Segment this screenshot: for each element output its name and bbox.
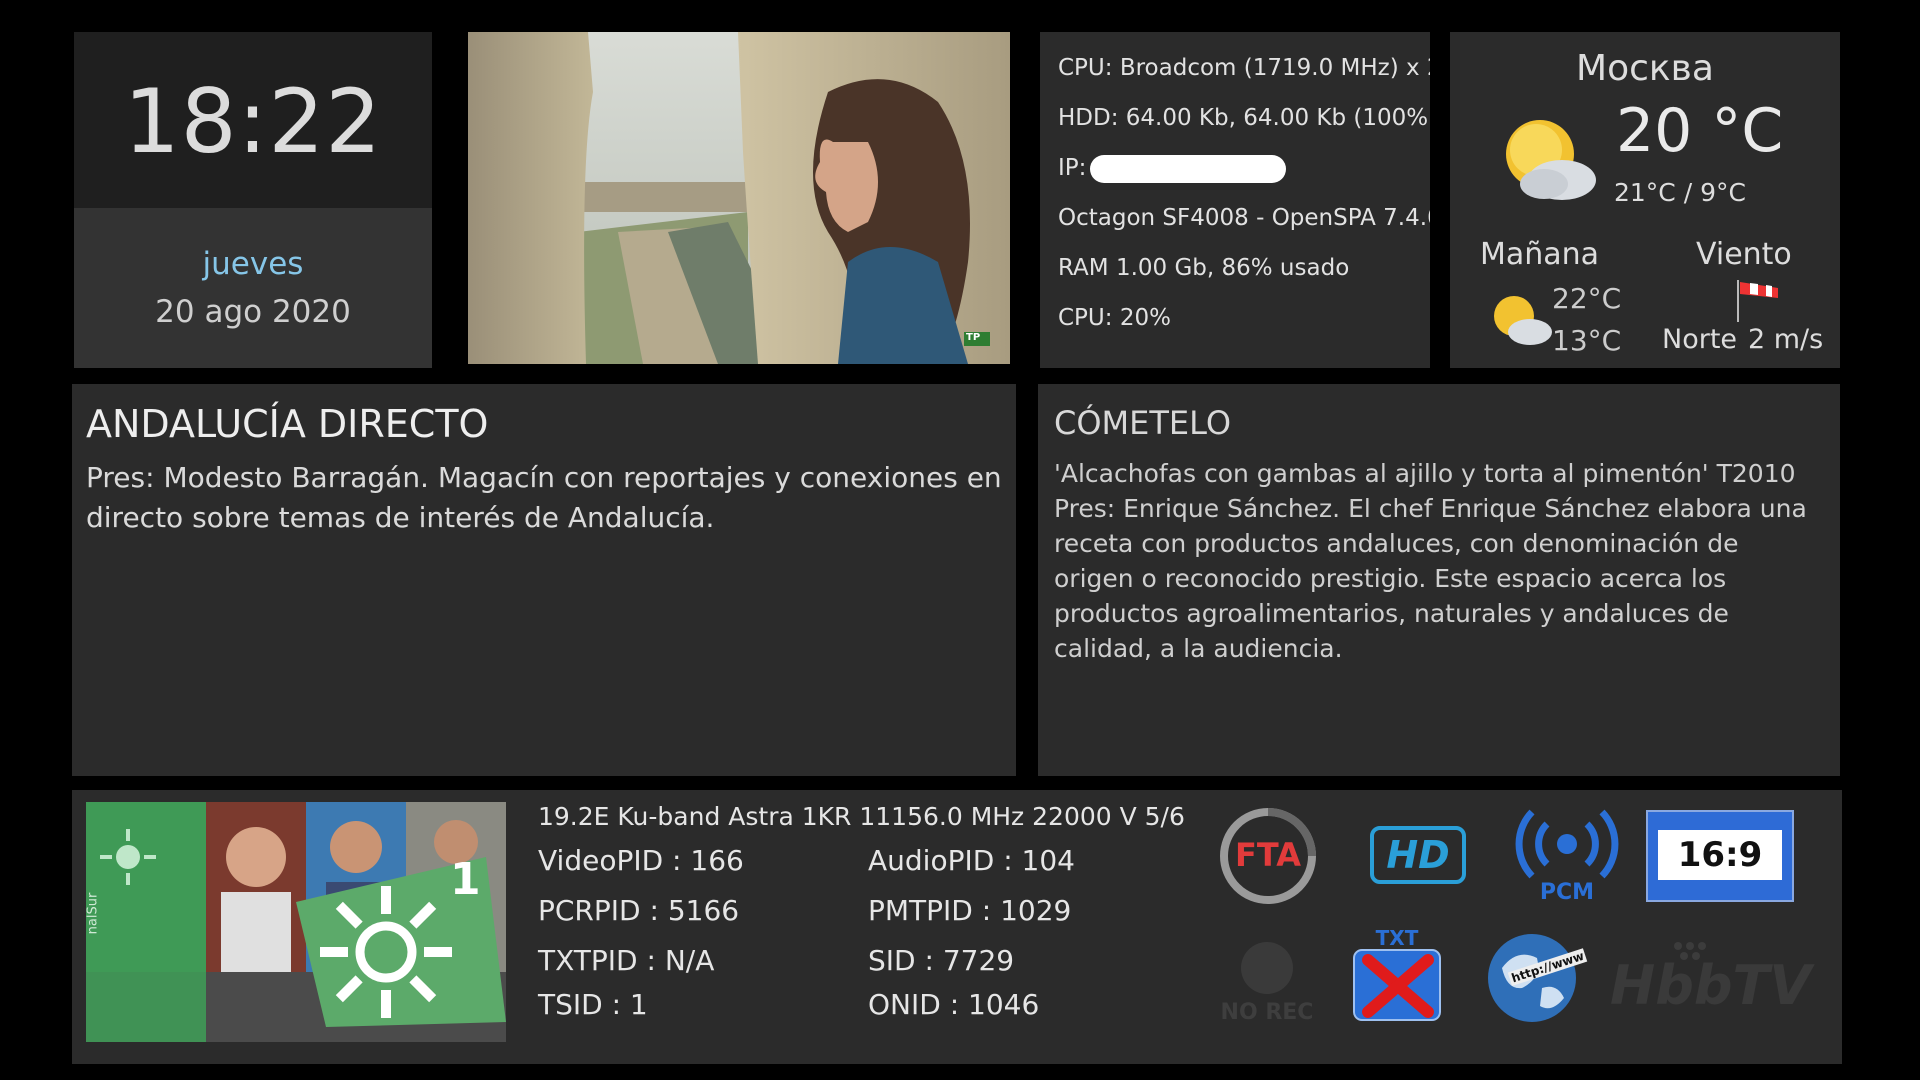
cpu-model: CPU: Broadcom (1719.0 MHz) x 2 • [1058, 55, 1430, 81]
channel-watermark: TP [966, 332, 981, 343]
sid: SID : 7729 [868, 944, 1015, 977]
onid: ONID : 1046 [868, 988, 1040, 1021]
wind-label: Viento [1696, 237, 1792, 272]
weather-panel: Москва 20 °C 21°C / 9°C Mañana Viento 22… [1450, 32, 1840, 368]
channel-info-bar: 1 nalSur 19.2E Ku-band Astra 1KR 11156.0… [72, 790, 1842, 1064]
hdd-usage: HDD: 64.00 Kb, 64.00 Kb (100%) [1058, 105, 1430, 131]
epg-current-program: ANDALUCÍA DIRECTO Pres: Modesto Barragán… [72, 384, 1016, 776]
ip-address: IP: [1058, 152, 1430, 202]
broadcast-icon [1515, 809, 1619, 879]
date-label: 20 ago 2020 [155, 294, 351, 330]
hbbtv-badge: HbbTV [1600, 940, 1811, 1020]
channel-logo-image [86, 802, 506, 1042]
video-frame-image [468, 32, 1010, 364]
record-dot-icon [1241, 942, 1293, 994]
hd-badge: HD [1370, 826, 1466, 884]
wind-speed: 2 m/s [1748, 324, 1824, 355]
no-rec-badge: NO REC [1212, 938, 1322, 1028]
ram-usage: RAM 1.00 Gb, 86% usado [1058, 255, 1350, 281]
next-program-title: CÓMETELO [1054, 404, 1231, 442]
teletext-disabled-icon [1353, 949, 1441, 1021]
pcm-label: PCM [1539, 880, 1595, 905]
wind-direction: Norte [1662, 324, 1738, 355]
epg-next-program: CÓMETELO 'Alcachofas con gambas al ajill… [1038, 384, 1840, 776]
teletext-badge: TXT [1348, 926, 1446, 1022]
tomorrow-partly-cloudy-icon [1494, 296, 1552, 345]
hd-label: HD [1386, 833, 1450, 877]
txt-label: TXT [1375, 926, 1419, 950]
weekday-label: jueves [202, 246, 304, 282]
no-rec-label: NO REC [1220, 1000, 1314, 1025]
channel-logo-picon: 1 nalSur [86, 802, 506, 1042]
aspect-ratio-box: 16:9 [1658, 830, 1782, 880]
date-panel: jueves 20 ago 2020 [74, 208, 432, 368]
pcr-pid: PCRPID : 5166 [538, 894, 740, 927]
next-program-description: 'Alcachofas con gambas al ajillo y torta… [1054, 459, 1807, 663]
video-pid: VideoPID : 166 [538, 844, 744, 877]
tsid: TSID : 1 [538, 988, 648, 1021]
txt-pid: TXTPID : N/A [538, 944, 715, 977]
temperature-range: 21°C / 9°C [1614, 178, 1746, 207]
video-preview: TP [468, 32, 1010, 364]
ip-label: IP: [1058, 155, 1087, 181]
tomorrow-label: Mañana [1480, 237, 1600, 272]
ip-redaction [1090, 154, 1287, 183]
aspect-ratio-badge: 16:9 [1646, 810, 1794, 902]
pmt-pid: PMTPID : 1029 [868, 894, 1072, 927]
tomorrow-low: 13°C [1552, 324, 1622, 357]
current-temperature: 20 °C [1616, 96, 1784, 166]
audio-pid: AudioPID : 104 [868, 844, 1075, 877]
current-program-description: Pres: Modesto Barragán. Magacín con repo… [86, 461, 1002, 534]
fta-label: FTA [1235, 836, 1301, 874]
tuner-info: 19.2E Ku-band Astra 1KR 11156.0 MHz 2200… [538, 802, 1185, 831]
tomorrow-high: 22°C [1552, 282, 1622, 315]
system-info-panel: CPU: Broadcom (1719.0 MHz) x 2 • HDD: 64… [1040, 32, 1430, 368]
hbbtv-label: HbbTV [1610, 954, 1812, 1017]
clock-panel: 18:22 [74, 32, 432, 208]
current-program-title: ANDALUCÍA DIRECTO [86, 402, 489, 446]
pcm-badge: PCM [1512, 804, 1622, 908]
box-model: Octagon SF4008 - OpenSPA 7.4.00 [1058, 205, 1430, 231]
partly-cloudy-icon [1506, 120, 1596, 200]
weather-city: Москва [1576, 48, 1714, 89]
fta-badge: FTA [1216, 804, 1320, 908]
windsock-icon [1737, 280, 1778, 322]
channel-side-text: nalSur [86, 892, 101, 935]
internet-badge: http://www [1482, 928, 1588, 1028]
clock-time: 18:22 [123, 70, 383, 173]
channel-number: 1 [450, 854, 481, 905]
aspect-ratio-label: 16:9 [1677, 835, 1763, 875]
cpu-load: CPU: 20% [1058, 305, 1171, 331]
